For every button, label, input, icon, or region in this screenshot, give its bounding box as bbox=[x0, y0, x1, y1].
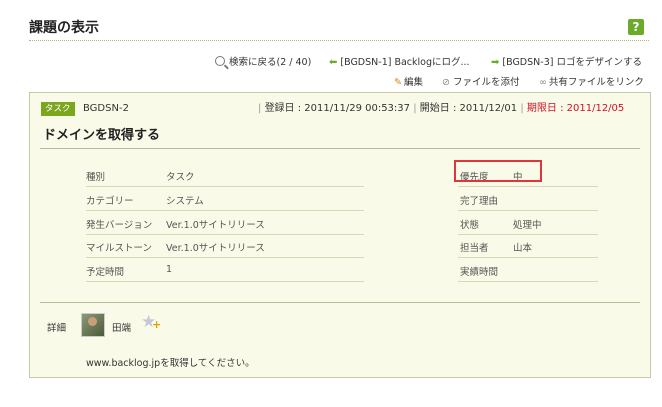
next-issue-link[interactable]: ➡ [BGDSN-3] ロゴをデザインする bbox=[491, 54, 642, 68]
link-shared-file-link[interactable]: ∞ 共有ファイルをリンク bbox=[539, 74, 644, 88]
arrow-left-icon: ⬅ bbox=[329, 57, 338, 68]
issue-type-badge: タスク bbox=[41, 102, 75, 116]
field-divider bbox=[458, 281, 598, 282]
pencil-icon: ✎ bbox=[394, 77, 402, 88]
field-label-type: 種別 bbox=[86, 172, 106, 183]
priority-highlight-box bbox=[454, 160, 542, 182]
detail-divider bbox=[40, 302, 640, 303]
field-label-assignee: 担当者 bbox=[460, 243, 489, 254]
link-icon: ∞ bbox=[539, 77, 547, 88]
field-label-milestone: マイルストーン bbox=[86, 243, 153, 254]
detail-label: 詳細 bbox=[47, 323, 67, 334]
edit-label: 編集 bbox=[403, 77, 423, 88]
field-value-estimated-hours: 1 bbox=[166, 264, 173, 275]
field-divider bbox=[458, 210, 598, 211]
search-icon bbox=[215, 56, 225, 66]
field-value-category: システム bbox=[166, 196, 204, 207]
start-date: 開始日 : 2011/12/01 bbox=[419, 103, 518, 114]
field-label-status: 状態 bbox=[460, 220, 480, 231]
field-label-resolution: 完了理由 bbox=[460, 196, 499, 207]
field-value-version: Ver.1.0サイトリリース bbox=[166, 220, 265, 231]
back-to-search-label: 検索に戻る(2 / 40) bbox=[229, 57, 312, 68]
field-divider bbox=[86, 186, 364, 187]
field-divider bbox=[86, 281, 364, 282]
field-value-assignee: 山本 bbox=[513, 243, 533, 254]
page-title: 課題の表示 bbox=[29, 20, 99, 36]
avatar-face bbox=[88, 317, 97, 326]
paperclip-icon: ⊘ bbox=[442, 77, 450, 88]
registered-date: 登録日 : 2011/11/29 00:53:37 bbox=[264, 103, 411, 114]
field-label-category: カテゴリー bbox=[86, 196, 134, 207]
field-divider bbox=[458, 186, 598, 187]
prev-issue-label: [BGDSN-1] Backlogにログ... bbox=[340, 57, 470, 68]
field-label-estimated-hours: 予定時間 bbox=[86, 267, 125, 278]
add-star-icon[interactable]: + bbox=[152, 318, 161, 331]
issue-dates: | 登録日 : 2011/11/29 00:53:37 | 開始日 : 2011… bbox=[258, 103, 625, 114]
field-divider bbox=[458, 234, 598, 235]
help-icon[interactable]: ? bbox=[628, 19, 644, 35]
issue-description: www.backlog.jpを取得してください。 bbox=[86, 358, 255, 369]
due-date: 期限日 : 2011/12/05 bbox=[526, 103, 625, 114]
field-value-status: 処理中 bbox=[513, 220, 542, 231]
link-shared-file-label: 共有ファイルをリンク bbox=[548, 77, 644, 88]
title-divider bbox=[29, 40, 649, 41]
attach-file-link[interactable]: ⊘ ファイルを添付 bbox=[442, 74, 519, 88]
issue-summary: ドメインを取得する bbox=[43, 128, 161, 143]
attach-file-label: ファイルを添付 bbox=[452, 77, 520, 88]
field-value-type: タスク bbox=[166, 172, 195, 183]
field-divider bbox=[86, 234, 364, 235]
issue-key: BGDSN-2 bbox=[83, 103, 129, 114]
field-label-actual-hours: 実績時間 bbox=[460, 267, 499, 278]
summary-divider bbox=[40, 148, 640, 149]
prev-issue-link[interactable]: ⬅ [BGDSN-1] Backlogにログ... bbox=[329, 54, 470, 68]
edit-link[interactable]: ✎ 編集 bbox=[394, 74, 423, 88]
field-label-version: 発生バージョン bbox=[86, 220, 153, 231]
field-divider bbox=[86, 210, 364, 211]
reporter-name[interactable]: 田端 bbox=[112, 320, 131, 334]
back-to-search-link[interactable]: 検索に戻る(2 / 40) bbox=[215, 54, 311, 68]
field-value-milestone: Ver.1.0サイトリリース bbox=[166, 243, 265, 254]
next-issue-label: [BGDSN-3] ロゴをデザインする bbox=[502, 57, 642, 68]
arrow-right-icon: ➡ bbox=[491, 57, 500, 68]
field-divider bbox=[86, 257, 364, 258]
field-divider bbox=[458, 257, 598, 258]
